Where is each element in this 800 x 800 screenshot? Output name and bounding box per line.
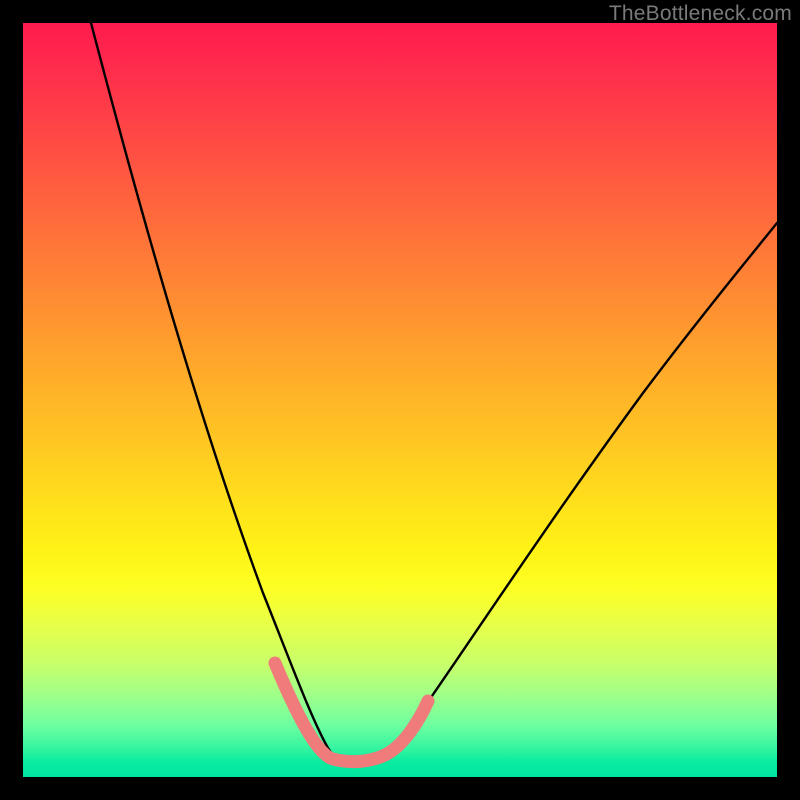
black-v-curve [91,23,777,761]
pink-bottom-overlay [275,663,428,762]
watermark-text: TheBottleneck.com [609,2,792,26]
chart-frame: TheBottleneck.com [0,0,800,800]
plot-area [23,23,777,777]
curve-layer [23,23,777,777]
